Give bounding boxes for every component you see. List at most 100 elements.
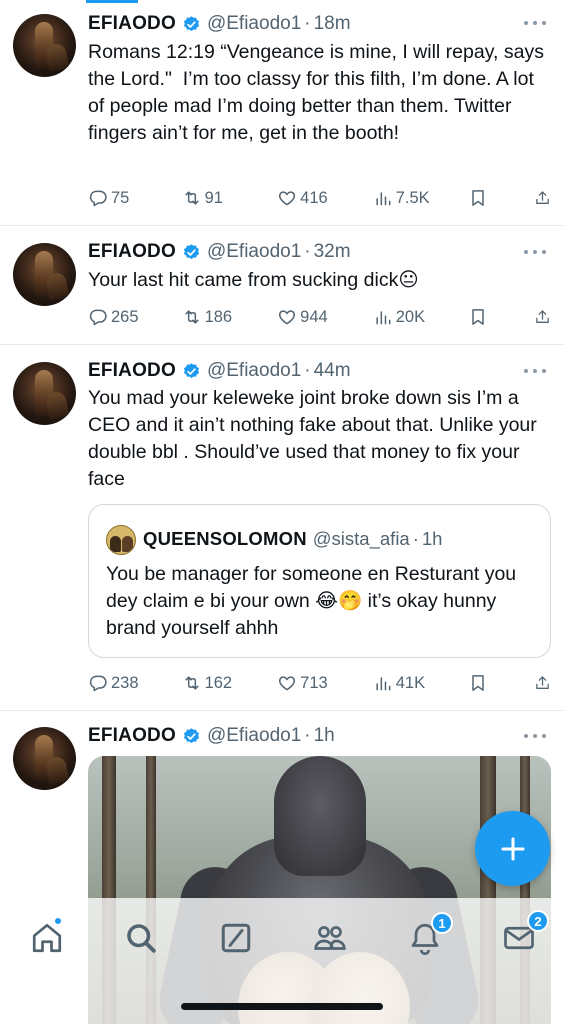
verified-badge-icon bbox=[183, 243, 199, 259]
tweet-text: Romans 12:19 “Vengeance is mine, I will … bbox=[88, 41, 550, 144]
author-name[interactable]: EFIAODO bbox=[88, 13, 176, 35]
author-name[interactable]: EFIAODO bbox=[88, 725, 176, 747]
compose-icon bbox=[501, 837, 524, 860]
reply-button[interactable]: 265 bbox=[88, 307, 182, 327]
tweet-actions: 265 186 944 20K bbox=[88, 305, 554, 329]
author-name[interactable]: EFIAODO bbox=[88, 241, 176, 263]
author-name[interactable]: EFIAODO bbox=[88, 360, 176, 382]
separator-dot: · bbox=[304, 13, 311, 34]
tab-notifications[interactable]: 1 bbox=[407, 912, 453, 956]
avatar[interactable] bbox=[13, 727, 76, 790]
reply-count: 238 bbox=[111, 673, 139, 692]
messages-badge: 2 bbox=[527, 910, 549, 932]
repost-icon bbox=[184, 676, 199, 690]
notifications-badge: 1 bbox=[431, 912, 453, 934]
share-button[interactable] bbox=[534, 307, 554, 327]
views-count: 20K bbox=[395, 307, 426, 326]
active-tab-indicator bbox=[86, 0, 138, 3]
more-options-icon[interactable] bbox=[524, 250, 546, 256]
quoted-header: QUEENSOLOMON @sista_afia · 1h bbox=[143, 527, 442, 551]
repost-icon bbox=[184, 310, 199, 324]
bookmark-icon bbox=[472, 675, 485, 691]
like-count: 713 bbox=[300, 673, 328, 692]
share-button[interactable] bbox=[534, 188, 554, 208]
repost-icon bbox=[184, 191, 199, 205]
views-button[interactable]: 41K bbox=[373, 673, 469, 693]
tweet-text: Your last hit came from sucking dick😐 bbox=[88, 269, 419, 291]
tab-communities[interactable] bbox=[312, 920, 348, 956]
more-options-icon[interactable] bbox=[524, 369, 546, 375]
share-icon bbox=[536, 191, 549, 204]
tab-messages[interactable]: 2 bbox=[501, 910, 549, 956]
grok-icon bbox=[221, 923, 251, 953]
repost-count: 186 bbox=[204, 307, 233, 326]
tweet-text: You mad your keleweke joint broke down s… bbox=[88, 387, 543, 490]
tab-search[interactable] bbox=[123, 920, 159, 956]
compose-button[interactable] bbox=[475, 811, 550, 886]
tweet-header: EFIAODO @Efiaodo1 · 1h bbox=[88, 723, 335, 749]
repost-button[interactable]: 91 bbox=[182, 188, 278, 208]
avatar[interactable] bbox=[13, 243, 76, 306]
quoted-avatar[interactable] bbox=[106, 525, 136, 555]
views-icon bbox=[376, 311, 391, 325]
quoted-author-name: QUEENSOLOMON bbox=[143, 528, 307, 549]
share-button[interactable] bbox=[534, 673, 554, 693]
author-handle[interactable]: @Efiaodo1 bbox=[207, 725, 301, 747]
quoted-text: You be manager for someone en Resturant … bbox=[106, 563, 522, 639]
like-count: 416 bbox=[300, 188, 328, 207]
author-handle[interactable]: @Efiaodo1 bbox=[207, 241, 301, 263]
like-icon bbox=[279, 310, 296, 325]
repost-count: 162 bbox=[204, 673, 233, 692]
home-indicator bbox=[181, 1003, 383, 1010]
tab-home[interactable] bbox=[29, 916, 65, 956]
author-handle[interactable]: @Efiaodo1 bbox=[207, 360, 301, 382]
bookmark-button[interactable] bbox=[468, 307, 534, 327]
reply-count: 265 bbox=[111, 307, 139, 326]
quoted-time: 1h bbox=[421, 528, 443, 549]
like-icon bbox=[279, 676, 296, 691]
like-button[interactable]: 416 bbox=[277, 188, 373, 208]
home-new-dot bbox=[53, 916, 63, 926]
avatar[interactable] bbox=[13, 14, 76, 77]
views-icon bbox=[376, 192, 391, 206]
separator-dot: · bbox=[304, 725, 311, 746]
tweet-time[interactable]: 18m bbox=[314, 13, 351, 35]
more-options-icon[interactable] bbox=[524, 734, 546, 740]
share-icon bbox=[536, 676, 549, 689]
share-icon bbox=[536, 310, 549, 323]
bookmark-button[interactable] bbox=[468, 673, 534, 693]
views-button[interactable]: 20K bbox=[373, 307, 469, 327]
repost-button[interactable]: 162 bbox=[182, 673, 278, 693]
tweet-time[interactable]: 32m bbox=[314, 241, 351, 263]
reply-button[interactable]: 238 bbox=[88, 673, 182, 693]
tweet-header: EFIAODO @Efiaodo1 · 18m bbox=[88, 11, 351, 37]
repost-button[interactable]: 186 bbox=[182, 307, 278, 327]
more-options-icon[interactable] bbox=[524, 21, 546, 27]
like-button[interactable]: 713 bbox=[277, 673, 373, 693]
views-icon bbox=[376, 677, 391, 691]
tweet-header: EFIAODO @Efiaodo1 · 32m bbox=[88, 239, 351, 265]
bookmark-button[interactable] bbox=[468, 188, 534, 208]
author-handle[interactable]: @Efiaodo1 bbox=[207, 13, 301, 35]
divider bbox=[0, 344, 564, 345]
tab-grok[interactable] bbox=[218, 920, 254, 956]
verified-badge-icon bbox=[183, 362, 199, 378]
tweet-header: EFIAODO @Efiaodo1 · 44m bbox=[88, 358, 351, 384]
avatar[interactable] bbox=[13, 362, 76, 425]
verified-badge-icon bbox=[183, 15, 199, 31]
tweet-time[interactable]: 1h bbox=[314, 725, 335, 747]
views-count: 7.5K bbox=[395, 188, 430, 207]
bookmark-icon bbox=[472, 309, 485, 325]
tweet-time[interactable]: 44m bbox=[314, 360, 351, 382]
repost-count: 91 bbox=[204, 188, 223, 207]
views-count: 41K bbox=[395, 673, 426, 692]
communities-icon bbox=[314, 926, 346, 950]
separator-dot: · bbox=[304, 360, 311, 381]
reply-button[interactable]: 75 bbox=[88, 188, 182, 208]
search-icon bbox=[127, 924, 156, 953]
separator-dot: · bbox=[304, 241, 311, 262]
views-button[interactable]: 7.5K bbox=[373, 188, 469, 208]
like-button[interactable]: 944 bbox=[277, 307, 373, 327]
quoted-tweet[interactable]: QUEENSOLOMON @sista_afia · 1h You be man… bbox=[88, 504, 551, 658]
divider bbox=[0, 225, 564, 226]
